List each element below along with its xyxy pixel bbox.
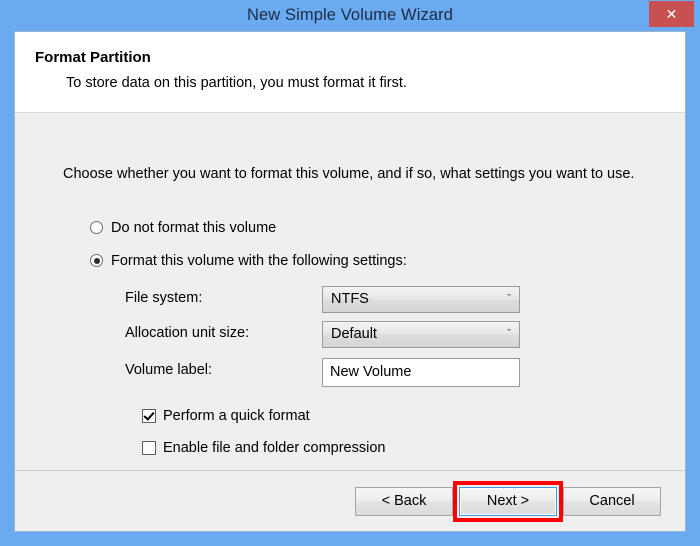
dropdown-value: NTFS (331, 291, 369, 307)
chevron-down-icon: ˇ (507, 328, 511, 340)
radio-icon-selected[interactable] (90, 254, 103, 267)
field-label: File system: (125, 290, 203, 306)
dialog-footer: < Back Next > Cancel (15, 470, 685, 531)
volume-label-input[interactable]: New Volume (322, 358, 520, 387)
checkbox-icon-checked[interactable] (142, 409, 156, 423)
dropdown-value: Default (331, 326, 377, 342)
chevron-down-icon: ˇ (507, 293, 511, 305)
dialog-body: Choose whether you want to format this v… (15, 114, 685, 470)
back-button[interactable]: < Back (355, 487, 453, 516)
dialog-panel: Format Partition To store data on this p… (14, 31, 686, 532)
allocation-unit-size-dropdown[interactable]: Default ˇ (322, 321, 520, 348)
next-button[interactable]: Next > (459, 487, 557, 516)
radio-icon-unselected[interactable] (90, 221, 103, 234)
close-button[interactable]: ✕ (649, 1, 694, 27)
intro-text: Choose whether you want to format this v… (63, 166, 635, 182)
page-subtitle: To store data on this partition, you mus… (66, 75, 407, 91)
file-system-dropdown[interactable]: NTFS ˇ (322, 286, 520, 313)
dialog-header: Format Partition To store data on this p… (15, 32, 685, 113)
checkbox-label: Perform a quick format (163, 408, 310, 424)
window-title: New Simple Volume Wizard (247, 6, 453, 24)
wizard-window: New Simple Volume Wizard ✕ Format Partit… (0, 0, 700, 546)
title-bar: New Simple Volume Wizard ✕ (0, 0, 700, 30)
field-label: Volume label: (125, 362, 213, 378)
radio-label: Do not format this volume (111, 220, 277, 236)
checkbox-label: Enable file and folder compression (163, 440, 386, 456)
checkbox-icon-unchecked[interactable] (142, 441, 156, 455)
field-label: Allocation unit size: (125, 325, 250, 341)
close-icon: ✕ (665, 6, 678, 22)
input-value: New Volume (330, 364, 412, 380)
page-title: Format Partition (35, 49, 151, 66)
radio-label: Format this volume with the following se… (111, 253, 407, 269)
cancel-button[interactable]: Cancel (563, 487, 661, 516)
